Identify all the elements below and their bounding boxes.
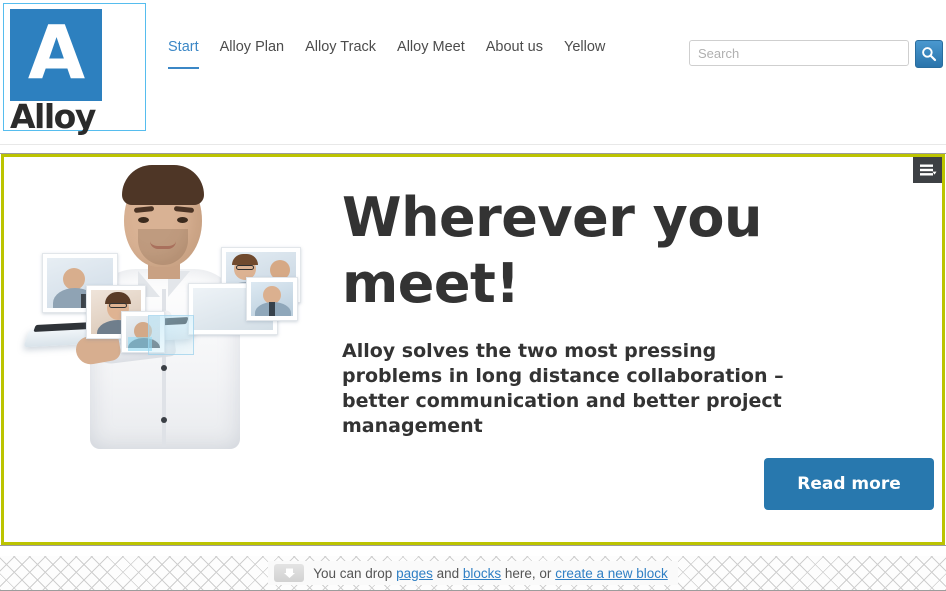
drop-text-before: You can drop [313, 565, 397, 581]
floating-photo-6 [246, 277, 298, 321]
nav-item-alloy-track[interactable]: Alloy Track [305, 38, 376, 69]
block-menu-icon [919, 164, 936, 176]
drop-arrow-icon [274, 564, 305, 582]
drop-zone-text: You can drop pages and blocks here, or c… [313, 566, 668, 581]
drop-link-blocks[interactable]: blocks [463, 566, 501, 581]
drop-text-after: here, or [501, 565, 556, 581]
arrow-down-icon [283, 568, 295, 578]
site-header: A Alloy Start Alloy Plan Alloy Track All… [0, 0, 946, 145]
hero-subheading: Alloy solves the two most pressing probl… [342, 340, 784, 437]
site-logo[interactable]: A Alloy [3, 3, 146, 136]
search-button[interactable] [915, 40, 943, 68]
drop-link-create-block[interactable]: create a new block [555, 566, 668, 581]
drop-zone[interactable]: You can drop pages and blocks here, or c… [0, 556, 946, 591]
floating-glass-chip [128, 337, 152, 351]
content-block[interactable]: Wherever you meet! Alloy solves the two … [0, 153, 946, 546]
logo-wordmark: Alloy [10, 97, 96, 136]
nav-item-alloy-meet[interactable]: Alloy Meet [397, 38, 465, 69]
nav-item-yellow[interactable]: Yellow [564, 38, 605, 69]
logo-mark: A [10, 9, 102, 101]
main-navigation: Start Alloy Plan Alloy Track Alloy Meet … [168, 38, 605, 69]
search-area [689, 40, 943, 68]
search-icon [922, 47, 937, 62]
nav-item-start[interactable]: Start [168, 38, 199, 69]
search-input[interactable] [689, 40, 909, 66]
drop-text-middle: and [432, 565, 463, 581]
logo-letter: A [27, 10, 85, 97]
read-more-button[interactable]: Read more [764, 458, 934, 510]
hero-section: Wherever you meet! Alloy solves the two … [4, 157, 942, 542]
block-menu-button[interactable] [913, 157, 942, 183]
floating-glass-pane [148, 315, 194, 355]
nav-item-about-us[interactable]: About us [486, 38, 543, 69]
hero-heading: Wherever you meet! [342, 186, 762, 315]
nav-item-alloy-plan[interactable]: Alloy Plan [220, 38, 284, 69]
page-root: A Alloy Start Alloy Plan Alloy Track All… [0, 0, 946, 591]
drop-link-pages[interactable]: pages [396, 566, 433, 581]
hero-image [16, 165, 316, 455]
hero-text: Wherever you meet! Alloy solves the two … [316, 157, 942, 542]
drop-zone-pill: You can drop pages and blocks here, or c… [268, 561, 678, 585]
content-block-inner: Wherever you meet! Alloy solves the two … [1, 154, 945, 545]
